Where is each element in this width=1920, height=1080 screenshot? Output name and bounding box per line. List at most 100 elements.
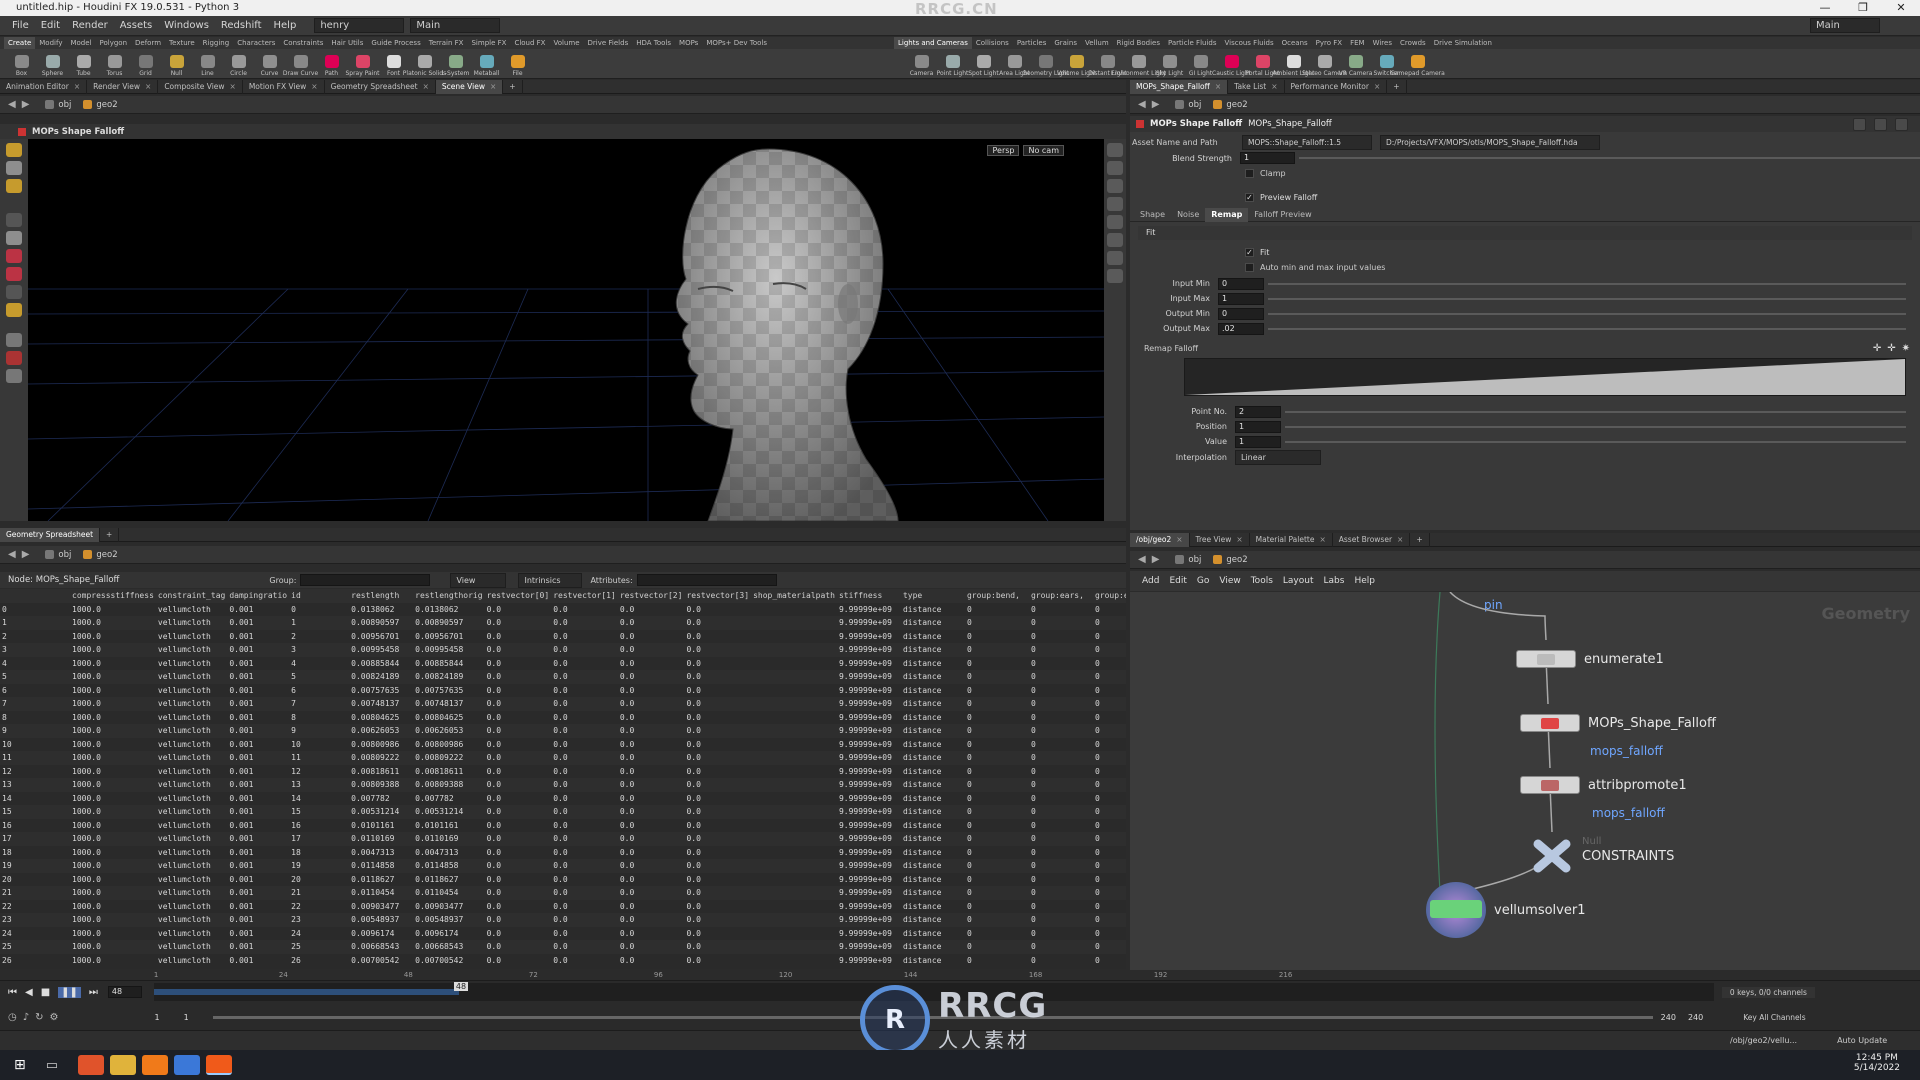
param-subtab[interactable]: Remap bbox=[1205, 207, 1249, 222]
back-icon[interactable]: ◀ bbox=[8, 549, 16, 560]
end-frame[interactable]: 240 bbox=[1661, 1013, 1676, 1022]
column-header[interactable]: restvector[2] bbox=[617, 589, 685, 603]
brave-icon[interactable] bbox=[78, 1055, 105, 1075]
network-menu-item[interactable]: View bbox=[1219, 576, 1240, 586]
shelf-tab[interactable]: Deform bbox=[131, 37, 165, 49]
shelf-tab[interactable]: Polygon bbox=[96, 37, 132, 49]
start-icon[interactable]: ⊞ bbox=[14, 1057, 26, 1073]
shelf-tool[interactable]: Path bbox=[316, 49, 347, 79]
close-icon[interactable]: × bbox=[490, 82, 496, 91]
shelf-tab[interactable]: Guide Process bbox=[367, 37, 424, 49]
shelf-tab[interactable]: Viscous Fluids bbox=[1221, 37, 1278, 49]
shelf-tab[interactable]: Drive Fields bbox=[584, 37, 633, 49]
pane-tab[interactable]: Animation Editor × bbox=[0, 79, 88, 94]
shelf-tab[interactable]: MOPs bbox=[675, 37, 702, 49]
network-menu-item[interactable]: Add bbox=[1142, 576, 1159, 586]
shelf-tab[interactable]: Particle Fluids bbox=[1164, 37, 1221, 49]
network-editor[interactable]: Geometry pin enumerate1 MOPs_Shape_Fallo… bbox=[1130, 592, 1920, 970]
param-slider[interactable] bbox=[1268, 297, 1906, 300]
shelf-tab[interactable]: Create bbox=[4, 37, 36, 49]
shelf-tool[interactable]: Sphere bbox=[37, 49, 68, 79]
column-header[interactable]: type bbox=[900, 589, 965, 603]
close-icon[interactable]: × bbox=[1374, 82, 1380, 91]
shelf-tool[interactable]: L-System bbox=[440, 49, 471, 79]
param-field[interactable]: 1 bbox=[1235, 420, 1281, 433]
jump-end-icon[interactable]: ⏭ bbox=[89, 987, 98, 998]
close-icon[interactable]: × bbox=[1176, 535, 1182, 544]
jump-start-icon[interactable]: ⏮ bbox=[8, 987, 17, 998]
shelf-tab[interactable]: Drive Simulation bbox=[1430, 37, 1496, 49]
node-enumerate1[interactable]: enumerate1 bbox=[1516, 650, 1664, 668]
remap-ramp[interactable] bbox=[1184, 358, 1906, 396]
settings-icon[interactable]: ⚙ bbox=[50, 1012, 59, 1023]
shelf-tool[interactable]: Grid bbox=[130, 49, 161, 79]
forward-icon[interactable]: ▶ bbox=[1152, 554, 1160, 565]
add-tab-icon[interactable]: + bbox=[1410, 532, 1430, 547]
shelf-tab[interactable]: Modify bbox=[35, 37, 66, 49]
breadcrumb-obj[interactable]: obj bbox=[1169, 555, 1207, 565]
column-header[interactable]: group:bend, bbox=[964, 589, 1029, 603]
shelf-tool[interactable]: Gamepad Camera bbox=[1390, 49, 1445, 79]
3d-viewport[interactable]: Persp No cam bbox=[28, 139, 1104, 521]
shelf-tool[interactable]: Camera bbox=[906, 49, 937, 79]
audio-icon[interactable]: ♪ bbox=[23, 1012, 29, 1023]
param-field[interactable]: 1 bbox=[1218, 292, 1264, 305]
param-slider[interactable] bbox=[1285, 440, 1906, 443]
select-tool-icon[interactable] bbox=[6, 143, 22, 157]
close-icon[interactable]: ✕ bbox=[1882, 0, 1920, 16]
shelf-tab[interactable]: Particles bbox=[1013, 37, 1051, 49]
back-icon[interactable]: ◀ bbox=[1138, 554, 1146, 565]
shelf-tab[interactable]: Model bbox=[66, 37, 95, 49]
shelf-tab[interactable]: Simple FX bbox=[467, 37, 510, 49]
pose-icon[interactable] bbox=[6, 267, 22, 281]
node-attribpromote1[interactable]: attribpromote1 bbox=[1520, 776, 1687, 794]
shelf-tool[interactable]: Draw Curve bbox=[283, 49, 318, 79]
explorer-icon[interactable] bbox=[110, 1055, 137, 1075]
pane-tab[interactable]: MOPs_Shape_Falloff × bbox=[1130, 79, 1229, 94]
column-header[interactable]: shop_materialpath bbox=[751, 589, 837, 603]
breadcrumb-geo[interactable]: geo2 bbox=[1207, 555, 1253, 565]
forward-icon[interactable]: ▶ bbox=[22, 549, 30, 560]
breadcrumb-obj[interactable]: obj bbox=[1169, 100, 1207, 110]
camera-icon[interactable] bbox=[6, 369, 22, 383]
network-menu-item[interactable]: Help bbox=[1354, 576, 1375, 586]
gear-icon[interactable] bbox=[1853, 118, 1866, 131]
shelf-tab[interactable]: Terrain FX bbox=[425, 37, 468, 49]
step-back-icon[interactable]: ◀ bbox=[25, 987, 33, 998]
shelf-tab[interactable]: Constraints bbox=[279, 37, 327, 49]
close-icon[interactable]: × bbox=[145, 82, 151, 91]
param-slider[interactable] bbox=[1268, 282, 1906, 285]
info-icon[interactable] bbox=[1895, 118, 1908, 131]
breadcrumb-geo[interactable]: geo2 bbox=[77, 100, 123, 110]
menu-item-render[interactable]: Render bbox=[66, 16, 114, 36]
persp-menu[interactable]: Persp bbox=[987, 145, 1020, 156]
param-slider[interactable] bbox=[1268, 312, 1906, 315]
pane-tab[interactable]: /obj/geo2 × bbox=[1130, 532, 1190, 547]
ramp-add-icon[interactable]: ✛ bbox=[1873, 343, 1881, 354]
column-header[interactable]: id bbox=[289, 589, 350, 603]
asset-name-menu[interactable]: MOPS::Shape_Falloff::1.5 bbox=[1242, 134, 1372, 150]
menu-item-windows[interactable]: Windows bbox=[158, 16, 215, 36]
back-icon[interactable]: ◀ bbox=[8, 99, 16, 110]
shelf-tab[interactable]: Vellum bbox=[1081, 37, 1113, 49]
shelf-tool[interactable]: Spot Light bbox=[968, 49, 999, 79]
param-field[interactable]: 1 bbox=[1235, 435, 1281, 448]
pane-tab[interactable]: Scene View × bbox=[435, 79, 504, 94]
forward-icon[interactable]: ▶ bbox=[1152, 99, 1160, 110]
close-icon[interactable]: × bbox=[1271, 82, 1277, 91]
auto-update-menu[interactable]: Auto Update bbox=[1837, 1036, 1887, 1045]
shelf-tool[interactable]: Sky Light bbox=[1154, 49, 1185, 79]
column-header[interactable]: group:eyes, bbox=[1092, 589, 1126, 603]
param-subtab[interactable]: Falloff Preview bbox=[1248, 208, 1317, 222]
end-frame-2[interactable]: 240 bbox=[1688, 1013, 1703, 1022]
desktop-select[interactable]: henry bbox=[314, 18, 405, 33]
intrinsics-menu[interactable]: Intrinsics bbox=[518, 572, 583, 588]
menu-item-redshift[interactable]: Redshift bbox=[215, 16, 268, 36]
menu-item-help[interactable]: Help bbox=[268, 16, 303, 36]
shelf-tool[interactable]: Box bbox=[6, 49, 37, 79]
shelf-tab[interactable]: Rigid Bodies bbox=[1113, 37, 1164, 49]
breadcrumb-obj[interactable]: obj bbox=[39, 550, 77, 560]
fit-folder[interactable]: Fit bbox=[1138, 226, 1912, 240]
param-subtab[interactable]: Noise bbox=[1171, 208, 1205, 222]
play-icon[interactable]: ❚❚ bbox=[58, 986, 81, 998]
